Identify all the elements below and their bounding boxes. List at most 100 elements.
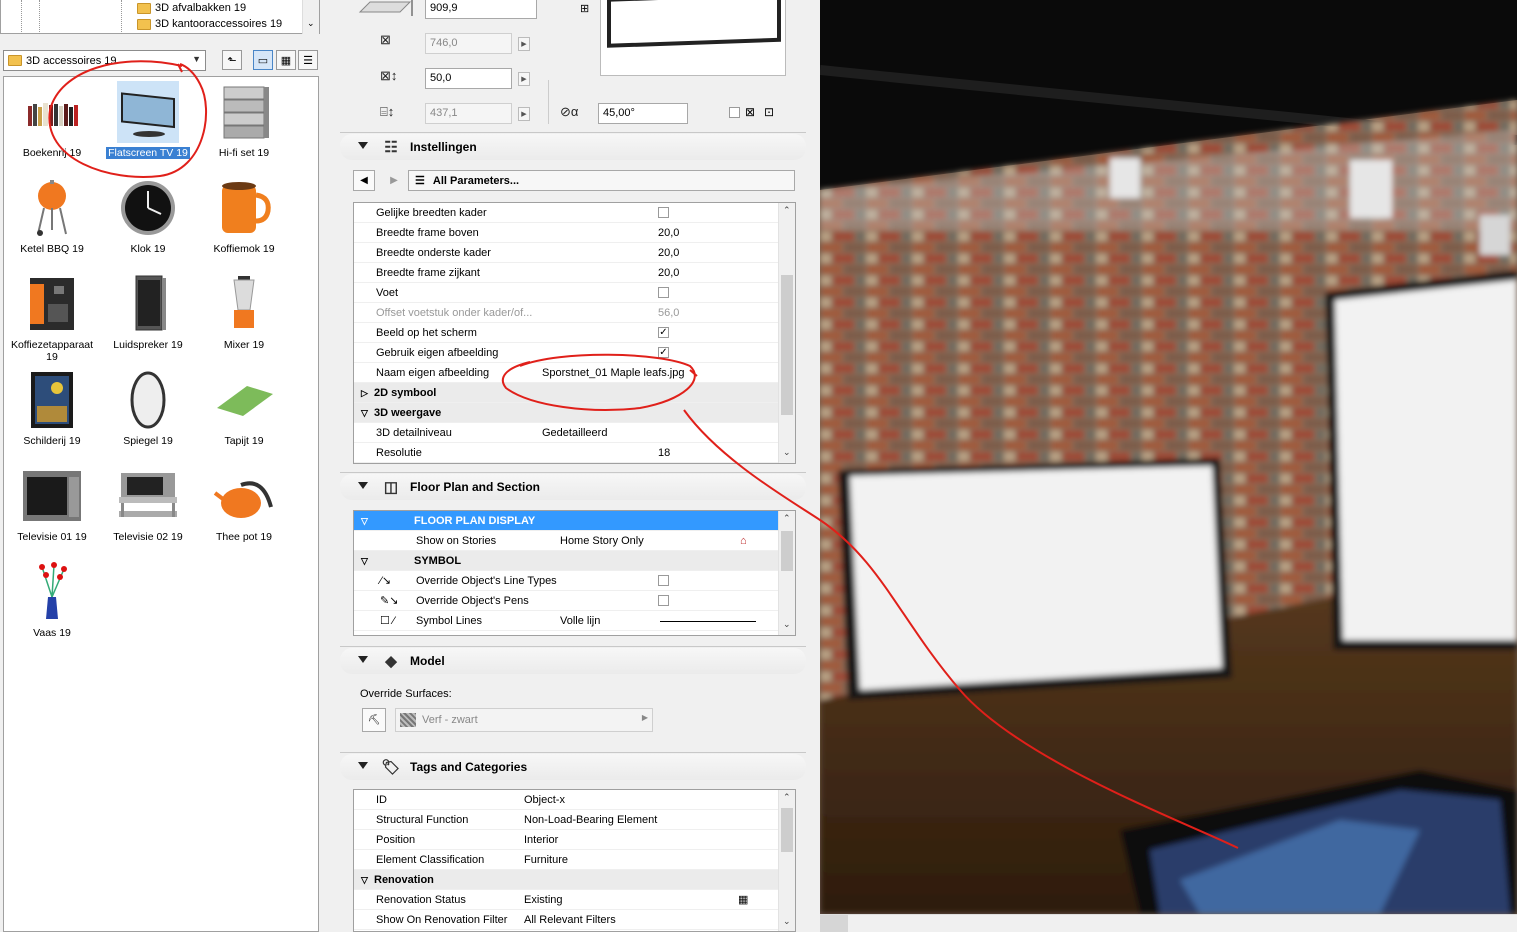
table-row[interactable]: Show on Stories Home Story Only ⌂	[354, 531, 778, 551]
all-parameters-button[interactable]: ☰ All Parameters...	[408, 170, 795, 191]
table-row[interactable]: Voet	[354, 283, 778, 303]
library-item[interactable]: Klok 19	[100, 177, 196, 255]
table-row[interactable]: ✎↘ Override Object's Pens	[354, 591, 778, 611]
library-item[interactable]: Mixer 19	[196, 273, 292, 351]
next-button[interactable]: ▶	[383, 170, 405, 191]
section-model[interactable]: ◆ Model	[340, 648, 806, 674]
stories-icon[interactable]: ⌂	[740, 535, 747, 547]
library-item[interactable]: Ketel BBQ 19	[4, 177, 100, 255]
checkbox[interactable]	[658, 595, 669, 606]
table-row[interactable]: Gebruik eigen afbeelding ✓	[354, 343, 778, 363]
image-name-value[interactable]: Sporstnet_01 Maple leafs.jpg	[542, 367, 684, 379]
checkbox[interactable]	[658, 575, 669, 586]
elevation-field: 437,1	[425, 103, 512, 124]
library-dropdown[interactable]: 3D accessoires 19 ▼	[3, 50, 206, 71]
chevron-down-icon: ⌄	[783, 447, 791, 457]
anchor-icon[interactable]: ⊡	[764, 105, 774, 119]
scroll-thumb[interactable]	[781, 808, 793, 852]
tags-table: ID Object-x Structural Function Non-Load-B…	[353, 789, 796, 932]
table-scrollbar[interactable]: ⌃ ⌄	[778, 790, 795, 931]
previous-button[interactable]: ◀	[353, 170, 375, 191]
section-floor-plan[interactable]: ◫ Floor Plan and Section	[340, 474, 806, 500]
depth-icon: ⊠↕	[380, 68, 398, 83]
table-row[interactable]: 3D detailniveau Gedetailleerd	[354, 423, 778, 443]
section-instellingen[interactable]: ☷ Instellingen	[340, 134, 806, 160]
library-item[interactable]: Luidspreker 19	[100, 273, 196, 351]
table-row[interactable]: Show On Renovation Filter All Relevant Fi…	[354, 910, 778, 930]
table-row[interactable]: Breedte onderste kader 20,0	[354, 243, 778, 263]
collapse-triangle-icon	[358, 482, 368, 489]
surface-selector[interactable]: Verf - zwart ▶	[395, 708, 653, 732]
tree-item[interactable]: 3D afvalbakken 19	[137, 0, 246, 16]
parent-folder-button[interactable]: ⬑	[222, 50, 242, 70]
table-row[interactable]: Renovation Status Existing ▦	[354, 890, 778, 910]
library-item-selected[interactable]: Flatscreen TV 19	[100, 81, 196, 159]
tree-item[interactable]: 3D kantooraccessoires 19	[137, 16, 282, 32]
mirror-icon	[117, 369, 179, 431]
library-item[interactable]: Televisie 02 19	[100, 465, 196, 543]
group-row[interactable]: ▷ 2D symbool	[354, 383, 778, 403]
group-row[interactable]: ▽ SYMBOL	[354, 551, 778, 571]
depth-field[interactable]: 50,0	[425, 68, 512, 89]
scroll-thumb[interactable]	[820, 915, 848, 932]
hifi-set-icon	[213, 81, 275, 143]
scroll-thumb[interactable]	[781, 531, 793, 571]
table-row[interactable]: Breedte frame zijkant 20,0	[354, 263, 778, 283]
library-item[interactable]: Televisie 01 19	[4, 465, 100, 543]
folder-tree[interactable]: 3D afvalbakken 19 3D kantooraccessoires …	[0, 0, 320, 34]
group-row[interactable]: ▽ 3D weergave	[354, 403, 778, 423]
table-row[interactable]: Structural Function Non-Load-Bearing Elem…	[354, 810, 778, 830]
group-row-selected[interactable]: ▽ FLOOR PLAN DISPLAY	[354, 511, 778, 531]
link-arrow-button[interactable]: ▶	[518, 72, 530, 86]
preview-mode-icon[interactable]: ⊞	[580, 2, 589, 15]
override-surfaces-button[interactable]: ⛏	[362, 708, 386, 732]
height-field[interactable]: 909,9	[425, 0, 537, 19]
cube-icon: ◆	[385, 653, 397, 670]
3d-view-scrollbar[interactable]	[820, 914, 1517, 932]
table-scrollbar[interactable]: ⌃ ⌄	[778, 511, 795, 635]
scroll-thumb[interactable]	[781, 275, 793, 415]
library-item[interactable]: Hi-fi set 19	[196, 81, 292, 159]
line-type-icon: ⁄↘	[380, 575, 392, 587]
table-row[interactable]: Beeld op het scherm ✓	[354, 323, 778, 343]
small-icons-view-button[interactable]: ▦	[276, 50, 296, 70]
library-item[interactable]: Koffiezetapparaat 19	[4, 273, 100, 363]
mirror-icon[interactable]: ⊠	[745, 105, 755, 119]
link-arrow-button: ▶	[518, 107, 530, 121]
library-item[interactable]: Koffiemok 19	[196, 177, 292, 255]
checkbox[interactable]	[658, 207, 669, 218]
checkbox[interactable]	[658, 287, 669, 298]
renovation-icon[interactable]: ▦	[738, 893, 748, 906]
table-row[interactable]: Gelijke breedten kader	[354, 203, 778, 223]
library-item[interactable]: Schilderij 19	[4, 369, 100, 447]
expand-triangle-icon: ▷	[361, 388, 368, 398]
library-item[interactable]: Boekenrij 19	[4, 81, 100, 159]
table-row[interactable]: Element Classification Furniture	[354, 850, 778, 870]
table-row[interactable]: Position Interior	[354, 830, 778, 850]
section-tags[interactable]: 🏷 Tags and Categories	[340, 754, 806, 780]
library-item[interactable]: Spiegel 19	[100, 369, 196, 447]
library-item[interactable]: Tapijt 19	[196, 369, 292, 447]
list-view-button[interactable]: ☰	[298, 50, 318, 70]
large-icons-view-button[interactable]: ▭	[253, 50, 273, 70]
group-row[interactable]: ▽ Renovation	[354, 870, 778, 890]
tree-scrollbar[interactable]: ⌄	[302, 0, 319, 34]
3d-view[interactable]	[820, 0, 1517, 914]
angle-field[interactable]: 45,00°	[598, 103, 688, 124]
library-item[interactable]: Vaas 19	[4, 561, 100, 639]
collapse-triangle-icon	[358, 762, 368, 769]
table-row[interactable]: Naam eigen afbeelding Sporstnet_01 Maple …	[354, 363, 778, 383]
coffee-machine-icon	[21, 273, 83, 335]
checkbox-checked[interactable]: ✓	[658, 347, 669, 358]
table-row[interactable]: ☐ ⁄ Symbol Lines Volle lijn	[354, 611, 778, 631]
checkbox-checked[interactable]: ✓	[658, 327, 669, 338]
mirror-checkbox[interactable]	[729, 107, 740, 118]
object-thumbnails: Boekenrij 19 Flatscreen TV 19 Hi-fi set …	[3, 76, 319, 932]
table-row[interactable]: Resolutie 18	[354, 443, 778, 463]
table-row[interactable]: ⁄↘ Override Object's Line Types	[354, 571, 778, 591]
table-row[interactable]: Breedte frame boven 20,0	[354, 223, 778, 243]
arrow-right-icon: ▶	[390, 175, 398, 186]
table-row[interactable]: ID Object-x	[354, 790, 778, 810]
table-scrollbar[interactable]: ⌃ ⌄	[778, 203, 795, 463]
library-item[interactable]: Thee pot 19	[196, 465, 292, 543]
